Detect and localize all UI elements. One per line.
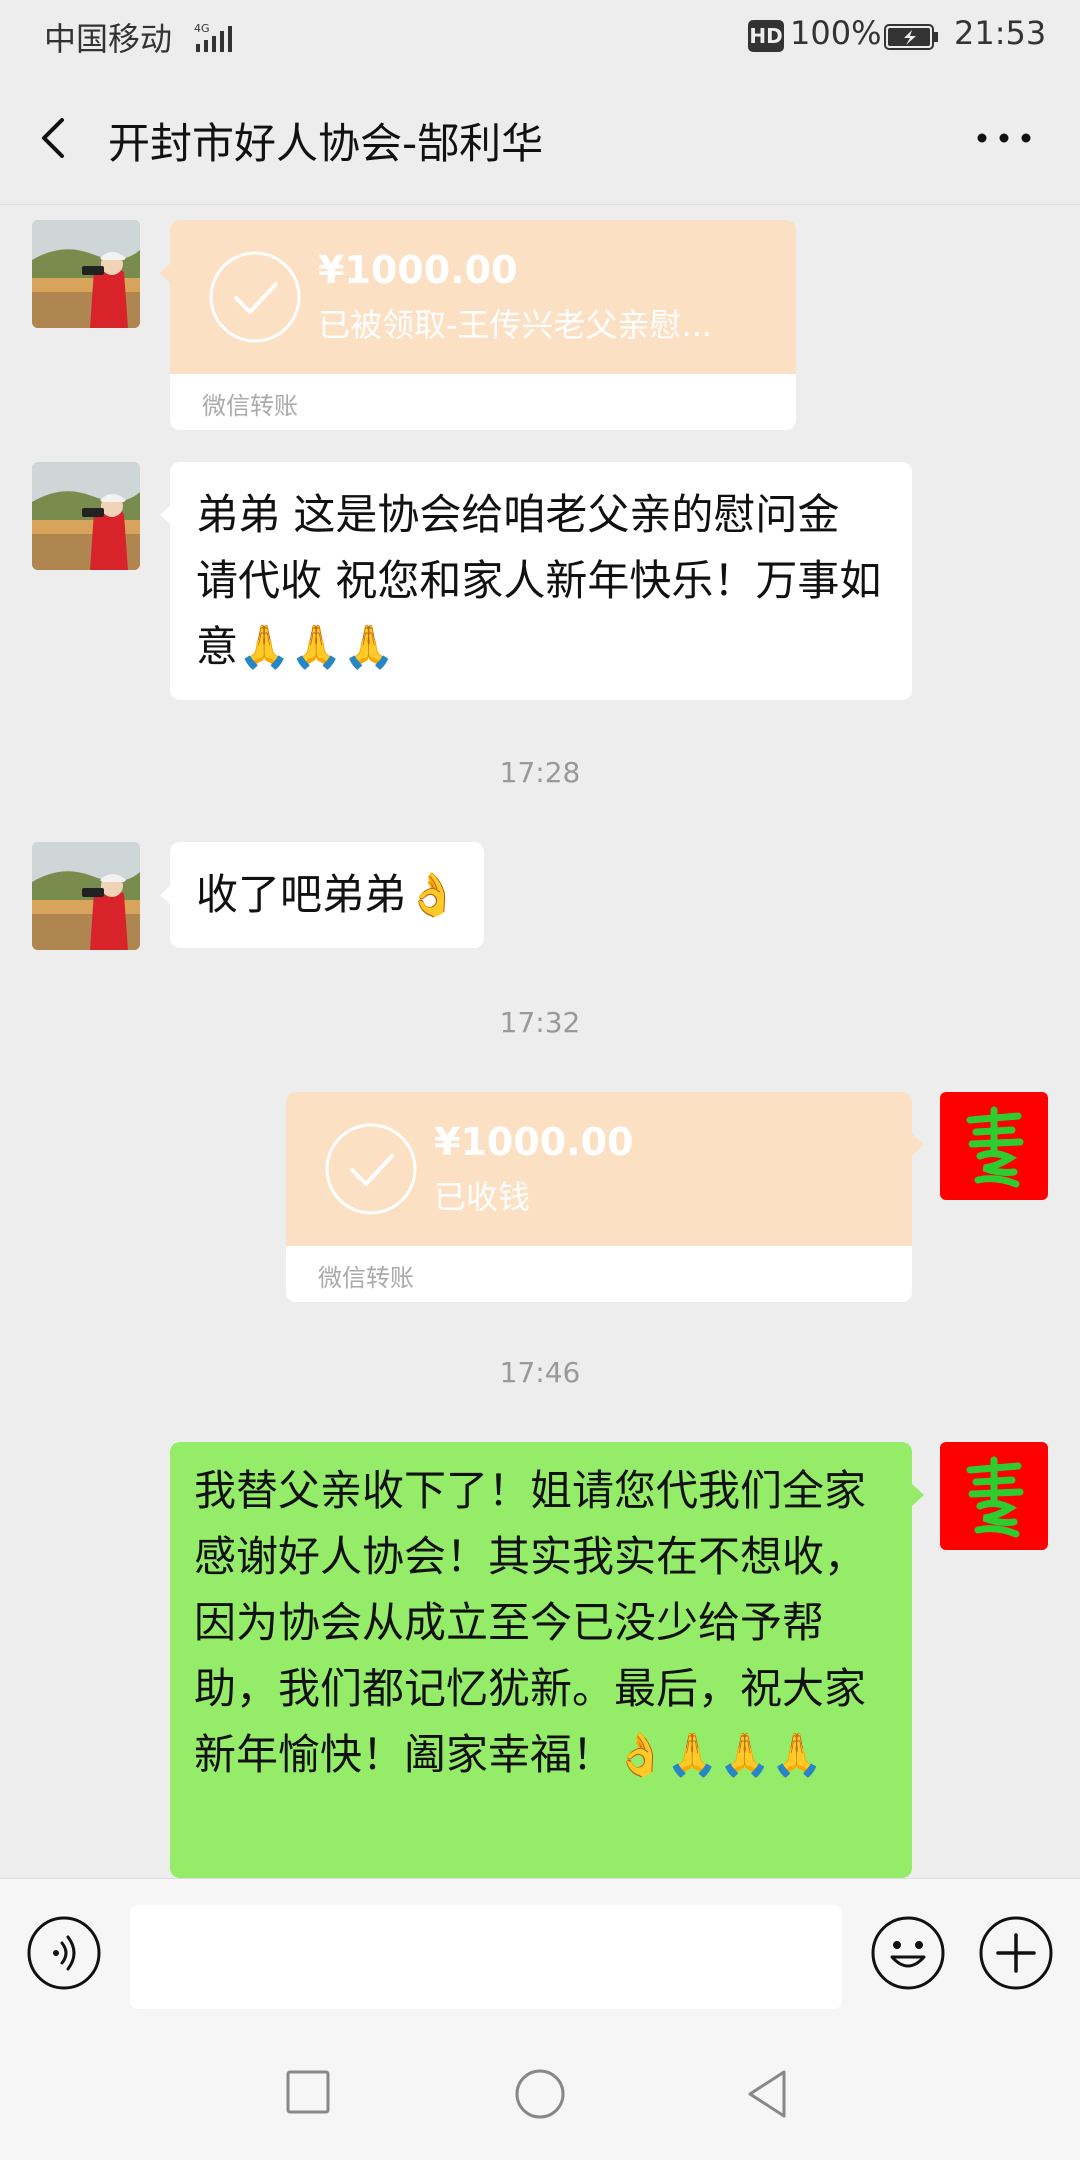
transfer-card-incoming[interactable]: ¥1000.00 已被领取-王传兴老父亲慰... 微信转账: [170, 220, 796, 430]
my-avatar[interactable]: [940, 1092, 1048, 1200]
my-avatar[interactable]: [940, 1442, 1048, 1550]
clock: 21:53: [954, 14, 1047, 52]
system-nav-bar: [0, 2034, 1080, 2160]
voice-icon[interactable]: [26, 1915, 102, 1991]
transfer-card-outgoing[interactable]: ¥1000.00 已收钱 微信转账: [286, 1092, 912, 1302]
message-timestamp: 17:28: [499, 756, 581, 789]
signal-icon: 4G: [194, 22, 232, 52]
transfer-card-body: ¥1000.00 已收钱: [286, 1092, 912, 1246]
transfer-footer: 微信转账: [286, 1246, 912, 1302]
home-icon[interactable]: [514, 2068, 566, 2120]
message-bubble-outgoing[interactable]: 我替父亲收下了！姐请您代我们全家感谢好人协会！其实我实在不想收，因为协会从成立至…: [170, 1442, 912, 1878]
transfer-description: 已被领取-王传兴老父亲慰...: [318, 306, 713, 344]
transfer-label: 微信转账: [202, 392, 298, 420]
chevron-left-icon[interactable]: [28, 108, 84, 168]
message-timestamp: 17:46: [499, 1356, 581, 1389]
transfer-amount: ¥1000.00: [434, 1120, 634, 1164]
status-bar: 中国移动 4G HD 100% 21:53: [0, 0, 1080, 72]
chat-header: 开封市好人协会-郜利华: [0, 72, 1080, 205]
transfer-label: 微信转账: [318, 1264, 414, 1292]
transfer-amount: ¥1000.00: [318, 248, 518, 292]
contact-avatar[interactable]: [32, 462, 140, 570]
contact-avatar[interactable]: [32, 220, 140, 328]
check-circle-icon: [325, 1123, 417, 1215]
message-timestamp: 17:32: [499, 1006, 581, 1039]
contact-avatar[interactable]: [32, 842, 140, 950]
transfer-footer: 微信转账: [170, 374, 796, 430]
bubble-tail: [912, 1134, 924, 1156]
transfer-description: 已收钱: [434, 1178, 531, 1216]
emoji-icon[interactable]: [870, 1915, 946, 1991]
battery-icon: [884, 24, 938, 50]
network-label: 4G: [194, 22, 210, 35]
battery-percent: 100%: [790, 14, 882, 52]
more-dots-icon[interactable]: [968, 116, 1040, 160]
bubble-tail: [912, 1484, 924, 1506]
message-input[interactable]: [130, 1905, 842, 2009]
message-bubble-incoming[interactable]: 弟弟 这是协会给咱老父亲的慰问金 请代收 祝您和家人新年快乐！万事如意🙏🙏🙏: [170, 462, 912, 700]
chat-title: 开封市好人协会-郜利华: [108, 119, 544, 168]
check-circle-icon: [209, 251, 301, 343]
hd-badge: HD: [748, 20, 784, 52]
carrier-label: 中国移动: [44, 20, 173, 58]
plus-icon[interactable]: [978, 1915, 1054, 1991]
message-bubble-incoming[interactable]: 收了吧弟弟👌: [170, 842, 485, 948]
transfer-card-body: ¥1000.00 已被领取-王传兴老父亲慰...: [170, 220, 796, 374]
recents-icon[interactable]: [286, 2070, 330, 2114]
input-bar: [0, 1878, 1080, 2035]
back-triangle-icon[interactable]: [744, 2068, 790, 2120]
